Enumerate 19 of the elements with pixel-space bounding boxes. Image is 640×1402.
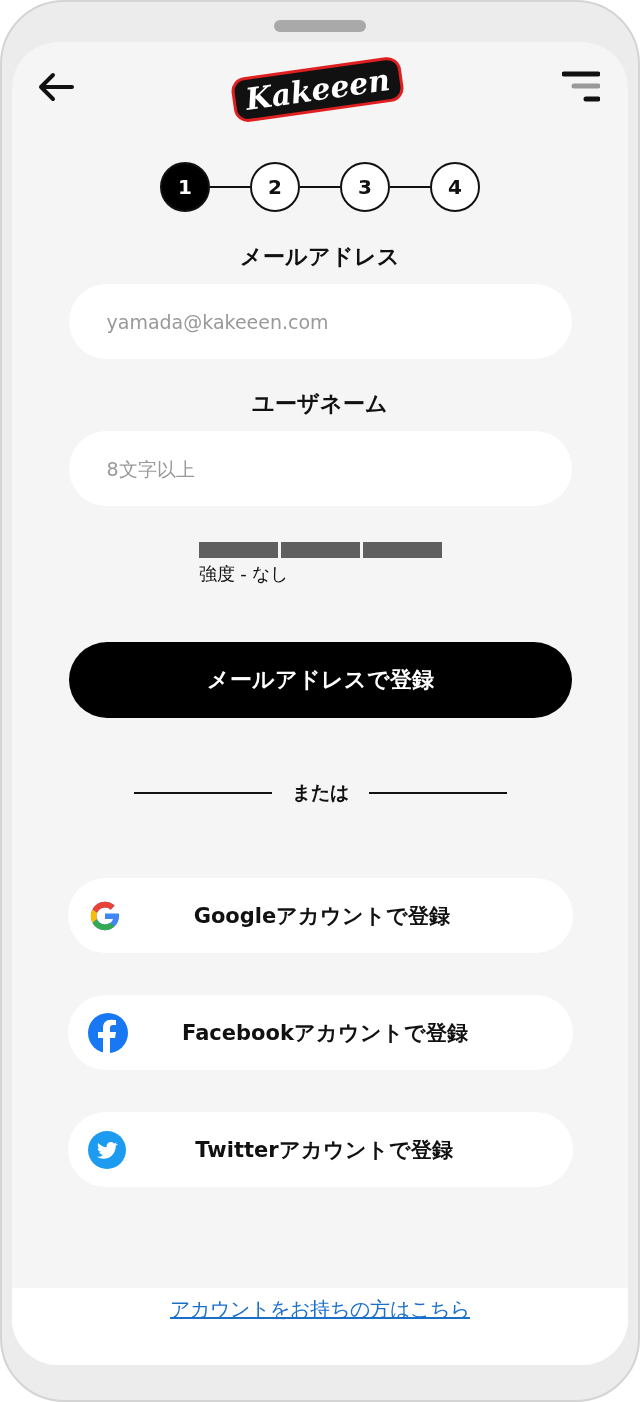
input-field[interactable]: yamada@kakeeen.com bbox=[68, 284, 572, 359]
step-indicator: 3 bbox=[340, 162, 390, 212]
back-arrow-icon[interactable] bbox=[38, 72, 74, 102]
social-login-button[interactable]: Facebookアカウントで登録 bbox=[67, 995, 573, 1070]
strength-label: 強度 - なし bbox=[198, 562, 290, 586]
divider-text: または bbox=[291, 780, 349, 805]
step-indicator: 1 bbox=[160, 162, 210, 212]
step-indicator: 4 bbox=[430, 162, 480, 212]
login-link[interactable]: アカウントをお持ちの方はこちら bbox=[170, 1296, 470, 1365]
social-login-button[interactable]: Googleアカウントで登録 bbox=[67, 878, 573, 953]
register-button[interactable]: メールアドレスで登録 bbox=[68, 642, 572, 718]
bird-icon bbox=[87, 1130, 126, 1169]
menu-icon[interactable] bbox=[562, 71, 600, 103]
step-indicator: 2 bbox=[250, 162, 300, 212]
input-field[interactable]: 8文字以上 bbox=[68, 431, 572, 506]
field-label: メールアドレス bbox=[240, 243, 400, 271]
social-login-button[interactable]: Twitterアカウントで登録 bbox=[67, 1112, 573, 1187]
facebook-icon bbox=[87, 1012, 128, 1053]
field-label: ユーザネーム bbox=[252, 390, 388, 418]
